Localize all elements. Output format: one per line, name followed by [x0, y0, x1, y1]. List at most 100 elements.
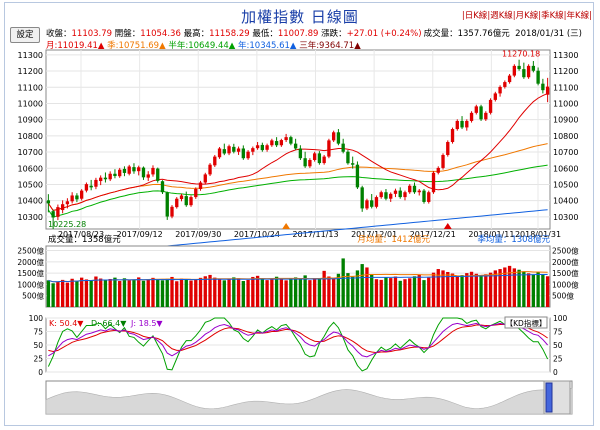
volume-bar — [488, 272, 493, 307]
price-y-tick: 10700 — [18, 148, 43, 157]
candle-body — [151, 167, 155, 175]
price-y-tick: 11000 — [18, 99, 43, 108]
candle-body — [512, 65, 517, 76]
volume-bar — [46, 280, 51, 307]
volume-bar — [236, 278, 241, 307]
kd-y-tick-right: 25 — [553, 355, 563, 364]
price-y-tick: 10400 — [18, 197, 43, 206]
volume-bar — [365, 267, 369, 307]
volume-bar — [184, 279, 188, 307]
candle-body — [450, 129, 455, 143]
volume-bar — [455, 276, 459, 307]
volume-bar — [132, 279, 136, 307]
volume-bar — [379, 279, 383, 307]
kd-y-tick: 50 — [33, 341, 43, 350]
candle-body — [488, 99, 493, 113]
candle-body — [408, 185, 412, 193]
min-price-label: 10225.28 — [48, 220, 86, 229]
candle-body — [246, 151, 250, 159]
candle-body — [70, 195, 74, 202]
candle-body — [298, 148, 303, 159]
volume-bar — [217, 278, 222, 307]
candle-body — [541, 83, 545, 91]
candle-body — [122, 168, 127, 173]
candle-body — [393, 190, 398, 194]
candle-body — [79, 190, 84, 199]
price-y-tick-right: 10600 — [553, 164, 578, 173]
volume-bar — [284, 280, 288, 307]
volume-bar — [270, 278, 274, 307]
volume-y-tick-right: 500億 — [552, 291, 574, 301]
candle-body — [327, 140, 331, 157]
price-y-tick-right: 10500 — [553, 180, 578, 189]
candle-body — [412, 185, 417, 193]
candle-body — [179, 195, 184, 200]
candle-body — [417, 190, 421, 193]
price-x-tick: 2017/11/13 — [292, 230, 338, 239]
volume-y-tick: 1500億 — [17, 268, 44, 278]
volume-bar — [531, 274, 536, 307]
candle-body — [84, 184, 89, 191]
candle-body — [365, 200, 369, 209]
volume-y-tick: 500億 — [22, 291, 44, 301]
price-x-tick: 2017/09/30 — [175, 230, 221, 239]
candle-body — [156, 168, 160, 181]
candle-body — [465, 120, 469, 128]
volume-bar — [260, 278, 265, 307]
candle-body — [398, 190, 402, 198]
volume-bar — [279, 279, 284, 307]
candle-body — [232, 146, 236, 152]
volume-bar — [213, 277, 217, 307]
volume-bar — [56, 281, 60, 307]
candle-body — [293, 143, 298, 149]
volume-bar — [545, 276, 550, 307]
volume-bar — [541, 274, 545, 307]
volume-bar — [89, 280, 93, 307]
candle-body — [289, 137, 293, 144]
volume-bar — [398, 280, 402, 307]
candle-body — [132, 167, 136, 172]
volume-bar — [189, 280, 193, 307]
volume-bar — [246, 279, 250, 307]
candle-body — [170, 206, 174, 217]
candle-body — [303, 158, 307, 167]
price-y-tick-right: 10300 — [553, 213, 578, 222]
volume-bar — [94, 276, 98, 307]
candle-body — [346, 151, 350, 164]
kd-y-tick-right: 100 — [553, 314, 568, 323]
candle-body — [108, 173, 112, 180]
volume-label: 成交量：1358億元 — [48, 234, 121, 245]
candle-body — [208, 164, 212, 175]
candle-body — [370, 200, 374, 207]
volume-bar — [60, 279, 65, 307]
candle-body — [118, 169, 122, 177]
candle-body — [65, 201, 70, 205]
price-y-tick: 11200 — [18, 67, 43, 76]
candle-body — [526, 65, 531, 78]
kd-y-tick: 0 — [38, 368, 43, 377]
kd-y-tick-right: 50 — [553, 341, 563, 350]
candle-body — [198, 182, 203, 189]
price-y-tick: 10800 — [18, 132, 43, 141]
candle-body — [279, 140, 284, 146]
volume-bar — [446, 271, 450, 307]
volume-bar — [179, 278, 184, 307]
volume-bar — [274, 276, 279, 307]
candle-body — [336, 132, 341, 144]
volume-bar — [327, 276, 331, 307]
volume-month-avg: 月均量：1412億元 — [357, 234, 430, 245]
price-y-tick-right: 11000 — [553, 99, 578, 108]
candle-body — [403, 192, 407, 198]
candle-body — [227, 146, 231, 154]
volume-bar — [431, 272, 436, 307]
volume-y-tick-right: 2000億 — [552, 257, 579, 267]
price-y-tick-right: 11100 — [553, 83, 578, 92]
candle-body — [127, 166, 131, 174]
volume-bar — [165, 278, 169, 307]
navigator-handle[interactable] — [545, 382, 553, 413]
kd-j-value: J: 18.5▼ — [130, 319, 163, 328]
candle-body — [51, 211, 55, 218]
volume-bar — [384, 277, 388, 307]
volume-bar — [194, 279, 198, 307]
candle-body — [469, 112, 474, 121]
